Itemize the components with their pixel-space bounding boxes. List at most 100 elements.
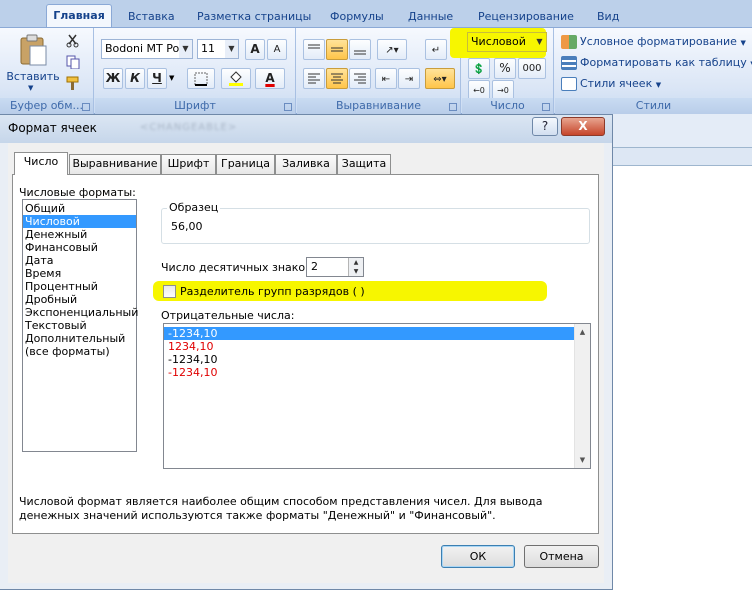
- grow-font-button[interactable]: A: [245, 39, 265, 60]
- close-button[interactable]: X: [561, 117, 605, 136]
- chevron-down-icon: ▼: [740, 39, 746, 47]
- paint-bucket-icon: [229, 71, 243, 86]
- number-tab-panel: Числовые форматы: Общий Числовой Денежный Ф…: [12, 174, 599, 534]
- shrink-font-label: A: [273, 44, 281, 55]
- align-middle-button[interactable]: [326, 39, 348, 60]
- align-bottom-button[interactable]: [349, 39, 371, 60]
- thousands-button[interactable]: 000: [518, 58, 546, 79]
- tab-view[interactable]: Вид: [597, 6, 619, 27]
- styles-group: Условное форматирование ▼ Форматировать …: [555, 28, 752, 114]
- paste-button[interactable]: Вставить ▼: [6, 32, 60, 92]
- format-list-item[interactable]: Финансовый: [23, 241, 136, 254]
- shrink-font-button[interactable]: A: [267, 39, 287, 60]
- alignment-launcher-icon[interactable]: [449, 103, 457, 111]
- thousands-separator-checkbox[interactable]: [163, 285, 176, 298]
- decrease-indent-button[interactable]: ⇤: [375, 68, 397, 89]
- format-list-item[interactable]: Денежный: [23, 228, 136, 241]
- format-list-item[interactable]: Дата: [23, 254, 136, 267]
- align-right-button[interactable]: [349, 68, 371, 89]
- chevron-down-icon[interactable]: ▼: [169, 74, 174, 82]
- tab-page-layout[interactable]: Разметка страницы: [197, 6, 311, 27]
- bold-button[interactable]: Ж: [103, 68, 123, 89]
- number-launcher-icon[interactable]: [542, 103, 550, 111]
- borders-button[interactable]: [187, 68, 215, 89]
- tab-data[interactable]: Данные: [408, 6, 453, 27]
- negative-format-item[interactable]: -1234,10: [164, 353, 574, 366]
- tab-border[interactable]: Граница: [216, 154, 275, 174]
- number-formats-list[interactable]: Общий Числовой Денежный Финансовый Дата Время…: [22, 199, 138, 452]
- align-left-button[interactable]: [303, 68, 325, 89]
- tab-insert[interactable]: Вставка: [128, 6, 175, 27]
- format-list-item[interactable]: Время: [23, 267, 136, 280]
- ok-button[interactable]: ОК: [441, 545, 515, 568]
- format-list-item[interactable]: Экспоненциальный: [23, 306, 138, 319]
- align-center-icon: [331, 73, 343, 84]
- italic-button[interactable]: К: [125, 68, 145, 89]
- align-middle-icon: [331, 47, 343, 52]
- close-icon: X: [578, 119, 588, 133]
- format-list-item[interactable]: (все форматы): [23, 345, 136, 358]
- decimal-places-spinner[interactable]: 2 ▲ ▼: [306, 257, 364, 277]
- help-button[interactable]: ?: [532, 117, 558, 136]
- format-list-item[interactable]: Числовой: [23, 215, 136, 228]
- cut-icon[interactable]: [66, 34, 80, 48]
- align-center-button[interactable]: [326, 68, 348, 89]
- font-launcher-icon[interactable]: [284, 103, 292, 111]
- format-as-table-button[interactable]: Форматировать как таблицу ▼: [561, 54, 752, 72]
- merge-center-button[interactable]: ⇔▾: [425, 68, 455, 89]
- currency-button[interactable]: 💲: [468, 58, 490, 79]
- negative-format-item[interactable]: 1234,10: [164, 340, 574, 353]
- format-list-item[interactable]: Процентный: [23, 280, 136, 293]
- negative-numbers-list[interactable]: -1234,10 1234,10 -1234,10 -1234,10 ▲ ▼: [163, 323, 591, 469]
- fill-color-button[interactable]: [221, 68, 251, 89]
- scroll-up-icon[interactable]: ▲: [575, 324, 590, 340]
- negative-list-scrollbar[interactable]: ▲ ▼: [574, 324, 590, 468]
- format-painter-icon[interactable]: [66, 76, 80, 90]
- merge-icon: ⇔▾: [433, 74, 447, 85]
- format-list-item[interactable]: Общий: [23, 202, 136, 215]
- font-name-combo[interactable]: Bodoni MT Posl ▼: [101, 39, 193, 59]
- cell-styles-button[interactable]: Стили ячеек ▼: [561, 75, 661, 93]
- tab-fill[interactable]: Заливка: [275, 154, 337, 174]
- wrap-text-button[interactable]: ↵: [425, 39, 447, 60]
- font-color-button[interactable]: A: [255, 68, 285, 89]
- orientation-button[interactable]: ↗▾: [377, 39, 407, 60]
- table-icon: [561, 56, 577, 70]
- orientation-icon: ↗▾: [385, 45, 399, 56]
- tab-review[interactable]: Рецензирование: [478, 6, 574, 27]
- cancel-button[interactable]: Отмена: [524, 545, 599, 568]
- negative-format-item[interactable]: -1234,10: [164, 366, 574, 379]
- number-group: Числовой ▼ 💲 % 000 ←0 →0 Число: [450, 28, 554, 114]
- copy-icon[interactable]: [66, 55, 80, 69]
- clipboard-launcher-icon[interactable]: [82, 103, 90, 111]
- increase-indent-button[interactable]: ⇥: [398, 68, 420, 89]
- tab-protection[interactable]: Защита: [337, 154, 391, 174]
- align-top-button[interactable]: [303, 39, 325, 60]
- dialog-title: Формат ячеек: [8, 121, 97, 135]
- chevron-down-icon: ▼: [225, 40, 238, 58]
- scroll-down-icon[interactable]: ▼: [575, 452, 590, 468]
- format-list-item[interactable]: Текстовый: [23, 319, 136, 332]
- tab-alignment[interactable]: Выравнивание: [69, 154, 161, 174]
- tab-home[interactable]: Главная: [46, 4, 112, 28]
- tab-formulas[interactable]: Формулы: [330, 6, 384, 27]
- ribbon: Вставить ▼ Буфер обм... Bodoni MT Posl ▼…: [0, 27, 752, 114]
- format-list-item[interactable]: Дополнительный: [23, 332, 136, 345]
- grow-font-label: A: [250, 42, 260, 56]
- negative-format-item[interactable]: -1234,10: [164, 327, 574, 340]
- styles-group-label: Стили: [555, 98, 752, 114]
- number-format-combo[interactable]: Числовой ▼: [467, 32, 547, 52]
- conditional-formatting-button[interactable]: Условное форматирование ▼: [561, 33, 746, 51]
- font-size-combo[interactable]: 11 ▼: [197, 39, 239, 59]
- align-bottom-icon: [354, 50, 366, 55]
- wrap-text-icon: ↵: [431, 45, 441, 56]
- format-list-item[interactable]: Дробный: [23, 293, 136, 306]
- underline-button[interactable]: Ч: [147, 68, 167, 89]
- tab-font[interactable]: Шрифт: [161, 154, 216, 174]
- spin-down-icon[interactable]: ▼: [349, 267, 363, 276]
- dialog-titlebar[interactable]: Формат ячеек <CHANGEABLE> ? X: [0, 115, 612, 143]
- tab-number[interactable]: Число: [14, 152, 68, 175]
- font-group: Bodoni MT Posl ▼ 11 ▼ A A Ж К Ч ▼ A Шриф…: [95, 28, 296, 114]
- percent-button[interactable]: %: [494, 58, 516, 79]
- spin-up-icon[interactable]: ▲: [349, 258, 363, 267]
